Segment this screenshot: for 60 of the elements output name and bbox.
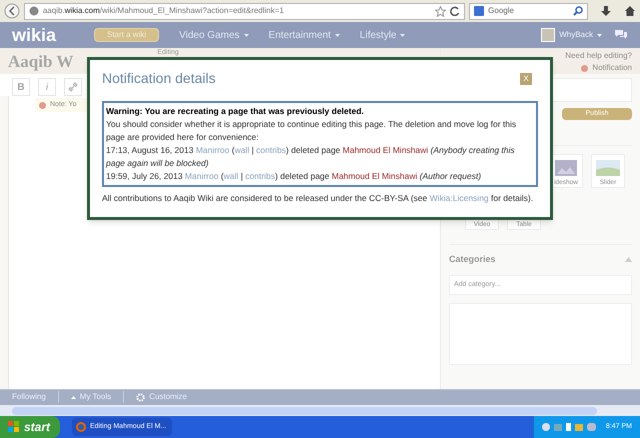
close-button[interactable]: X bbox=[520, 72, 532, 84]
following-link[interactable]: Following bbox=[12, 391, 46, 403]
address-bar[interactable]: aaqib.wikia.com/wiki/Mahmoud_El_Minshawi?action=edit&redlink=1 bbox=[24, 2, 466, 20]
start-button[interactable]: start bbox=[0, 416, 60, 438]
scrollbar-thumb[interactable] bbox=[12, 406, 597, 414]
alert-icon bbox=[39, 102, 46, 108]
licensing-link[interactable]: Wikia:Licensing bbox=[430, 193, 489, 203]
menu-item[interactable]: Video Games bbox=[179, 28, 249, 42]
start-wiki-button[interactable]: Start a wiki bbox=[94, 28, 160, 42]
windows-logo-icon bbox=[8, 421, 20, 433]
menu-item[interactable]: Lifestyle bbox=[360, 28, 406, 42]
tray-icons-drawing bbox=[542, 422, 598, 432]
collapse-icon[interactable] bbox=[625, 257, 632, 262]
notification-link[interactable]: Notification bbox=[592, 62, 632, 74]
my-tools-menu[interactable]: My Tools bbox=[58, 391, 112, 403]
caret-icon bbox=[334, 34, 340, 36]
caret-icon bbox=[400, 34, 406, 36]
caret-icon bbox=[244, 34, 249, 36]
help-link[interactable]: Need help editing? bbox=[565, 50, 632, 62]
page-link[interactable]: Mahmoud El Minshawi bbox=[342, 145, 428, 155]
warning-title: Warning: You are recreating a page that was previously deleted. bbox=[106, 105, 365, 118]
search-field[interactable]: Google bbox=[469, 2, 588, 20]
slider-icon bbox=[594, 157, 622, 179]
caret-icon bbox=[597, 34, 602, 36]
horizontal-scrollbar[interactable] bbox=[0, 405, 640, 416]
user-menu[interactable]: WhyBack bbox=[559, 29, 602, 41]
gear-icon[interactable] bbox=[136, 392, 146, 402]
log-entry: 19:59, July 26, 2013 Manirroo (wall | contribs) deleted page Mahmoud El Minshawi (Author request) bbox=[106, 170, 482, 183]
link-button[interactable] bbox=[64, 78, 82, 96]
star-icon[interactable] bbox=[435, 6, 446, 16]
download-icon[interactable] bbox=[600, 5, 612, 17]
customize-link[interactable]: Customize bbox=[149, 391, 188, 403]
link-icon bbox=[68, 82, 78, 92]
home-icon[interactable] bbox=[624, 5, 636, 17]
page-link[interactable]: Mahmoud El Minshawi bbox=[332, 171, 418, 181]
menu-item[interactable]: Entertainment bbox=[268, 28, 340, 42]
browser-icon bbox=[76, 422, 86, 432]
caret-icon bbox=[70, 396, 76, 398]
warning-text: You should consider whether it is appropriate to continue editing this page. The deletion and move log for this page are provided here for convenience: bbox=[106, 118, 518, 144]
dialog-title: Notification details bbox=[102, 69, 216, 88]
contribs-link[interactable]: contribs bbox=[245, 171, 276, 181]
avatar[interactable] bbox=[541, 28, 556, 42]
log-entry: 17:13, August 16, 2013 Manirroo (wall | contribs) deleted page Mahmoud El Minshawi (Anybody creating this page again will be blocked) bbox=[106, 144, 516, 170]
italic-button[interactable]: i bbox=[38, 78, 56, 96]
wiki-logo[interactable]: Aaqib W bbox=[8, 53, 74, 70]
alert-icon bbox=[581, 64, 588, 72]
license-notice: All contributions to Aaqib Wiki are considered to be released under the CC-BY-SA (see Wikia:Licensing for details). bbox=[102, 192, 534, 205]
slideshow-icon bbox=[552, 157, 580, 179]
chat-icon[interactable] bbox=[614, 29, 628, 41]
wall-link[interactable]: wall bbox=[234, 145, 250, 155]
search-icon[interactable] bbox=[573, 6, 584, 16]
user-link[interactable]: Manirroo bbox=[184, 171, 218, 181]
reload-icon[interactable] bbox=[450, 6, 460, 16]
back-icon[interactable] bbox=[4, 3, 20, 19]
user-link[interactable]: Manirroo bbox=[196, 145, 230, 155]
contribs-link[interactable]: contribs bbox=[256, 145, 286, 155]
bold-button[interactable]: B bbox=[12, 78, 30, 96]
wall-link[interactable]: wall bbox=[224, 171, 238, 181]
section-title: Categories bbox=[449, 253, 496, 266]
wikia-logo[interactable]: wikia bbox=[12, 26, 74, 44]
